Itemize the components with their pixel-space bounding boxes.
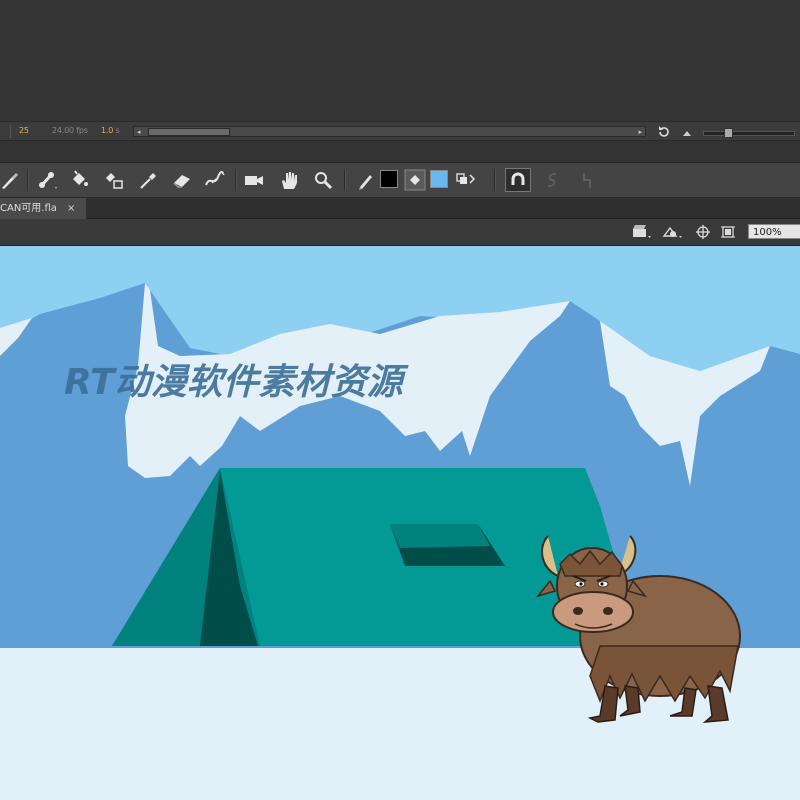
empty-panel-area (0, 0, 800, 121)
zoom-tool-icon[interactable] (312, 169, 334, 191)
scroll-left-arrow-icon[interactable]: ◂ (137, 128, 141, 136)
hand-tool-icon[interactable] (278, 169, 300, 191)
close-tab-icon[interactable]: × (67, 198, 75, 219)
fill-bucket-icon (404, 169, 426, 191)
panel-gap-bar (0, 141, 800, 163)
zoom-level-field[interactable]: 100% (748, 224, 800, 239)
toolbar-divider (235, 169, 237, 191)
swap-colors-icon[interactable] (454, 169, 476, 191)
center-stage-icon[interactable] (695, 224, 713, 240)
frame-rate-readout[interactable]: 24.00 fps (52, 126, 88, 135)
ink-bottle-tool-icon[interactable] (102, 169, 124, 191)
width-tool-icon[interactable] (204, 169, 226, 191)
pencil-stroke-icon (355, 169, 377, 191)
tent-window-shade (390, 524, 490, 548)
timeline-zoom-slider-thumb[interactable] (724, 128, 733, 138)
eraser-tool-icon[interactable] (171, 169, 193, 191)
timeline-zoom-slider[interactable] (703, 131, 795, 136)
timeline-divider (10, 125, 11, 138)
watermark-text: RT动漫软件素材资源 (64, 362, 410, 403)
zoom-out-mountain-icon[interactable] (682, 127, 692, 140)
snap-to-objects-icon[interactable] (505, 168, 531, 192)
edit-symbols-icon[interactable] (662, 224, 682, 240)
eyedropper-tool-icon[interactable] (137, 169, 159, 191)
straighten-icon[interactable] (575, 169, 597, 191)
elapsed-time-unit: s (115, 126, 120, 135)
tools-toolbar (0, 163, 800, 198)
stroke-color-swatch[interactable] (380, 170, 398, 188)
scroll-right-arrow-icon[interactable]: ▸ (638, 128, 642, 136)
document-tab-filename: CAN可用.fla (0, 203, 57, 214)
brush-tool-icon[interactable] (0, 169, 22, 191)
toolbar-divider (27, 169, 29, 191)
elapsed-time-readout[interactable]: 1.0 s (101, 126, 120, 135)
current-frame-readout[interactable]: 25 (19, 126, 29, 135)
smooth-icon[interactable] (541, 169, 563, 191)
document-tab-bar: CAN可用.fla × (0, 198, 800, 219)
timeline-scrollbar[interactable]: ◂ ▸ (133, 126, 646, 137)
paint-bucket-tool-icon[interactable] (68, 169, 90, 191)
toolbar-divider (494, 169, 496, 191)
edit-bar: 100% (0, 219, 800, 246)
bone-tool-icon[interactable] (36, 169, 58, 191)
elapsed-time-value: 1.0 (101, 126, 114, 135)
camera-tool-icon[interactable] (243, 169, 265, 191)
edit-scene-icon[interactable] (631, 224, 651, 240)
stage-canvas[interactable]: RT动漫软件素材资源 (0, 246, 800, 800)
loop-icon[interactable] (657, 124, 671, 141)
toolbar-divider (344, 169, 346, 191)
scene-illustration: RT动漫软件素材资源 (0, 246, 800, 800)
clip-to-stage-icon[interactable] (720, 224, 738, 240)
timeline-scroll-thumb[interactable] (148, 128, 230, 136)
timeline-status-bar: 25 24.00 fps 1.0 s ◂ ▸ (0, 121, 800, 141)
fill-color-swatch[interactable] (430, 170, 448, 188)
document-tab[interactable]: CAN可用.fla × (0, 198, 86, 219)
